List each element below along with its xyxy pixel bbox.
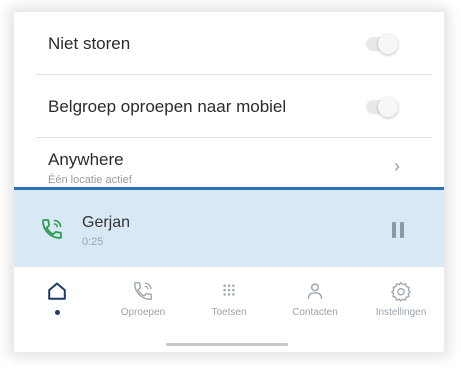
active-call-bar[interactable]: Gerjan 0:25: [14, 187, 444, 267]
ringgroup-toggle[interactable]: [366, 97, 398, 117]
nav-label-toetsen: Toetsen: [211, 307, 247, 318]
home-indicator[interactable]: [166, 343, 288, 346]
bottom-nav: Oproepen Toetsen Contacten Instellingen: [14, 270, 444, 330]
setting-label-anywhere: Anywhere: [48, 150, 124, 169]
phone-screen: Niet storen Belgroep oproepen naar mobie…: [14, 12, 444, 352]
call-duration: 0:25: [82, 236, 104, 248]
toggle-knob: [378, 97, 398, 117]
pause-icon[interactable]: [392, 222, 406, 238]
caller-name: Gerjan: [82, 214, 131, 231]
nav-label-contacten: Contacten: [292, 307, 338, 318]
keypad-icon: [223, 284, 235, 296]
nav-item-toetsen[interactable]: Toetsen: [186, 270, 272, 330]
setting-row-ringgroup[interactable]: Belgroep oproepen naar mobiel: [14, 75, 444, 137]
nav-label-oproepen: Oproepen: [120, 307, 166, 318]
dnd-toggle[interactable]: [366, 34, 398, 54]
nav-label-instellingen: Instellingen: [375, 307, 427, 318]
phone-calls-icon: [134, 282, 152, 300]
home-icon: [48, 282, 66, 300]
setting-label-ringgroup: Belgroep oproepen naar mobiel: [48, 97, 287, 116]
nav-item-contacten[interactable]: Contacten: [272, 270, 358, 330]
nav-item-instellingen[interactable]: Instellingen: [358, 270, 444, 330]
active-indicator-dot: [54, 310, 60, 315]
nav-item-oproepen[interactable]: Oproepen: [100, 270, 186, 330]
anywhere-sublabel: Één locatie actief: [48, 174, 132, 186]
person-icon: [307, 283, 323, 300]
setting-label-dnd: Niet storen: [48, 34, 131, 53]
active-call-icon: [42, 219, 62, 239]
setting-row-anywhere[interactable]: Anywhere Één locatie actief ›: [14, 138, 444, 188]
setting-row-dnd[interactable]: Niet storen: [14, 12, 444, 74]
chevron-right-icon: ›: [394, 156, 400, 176]
nav-item-home[interactable]: [14, 270, 100, 330]
gear-icon: [391, 281, 411, 302]
toggle-knob: [378, 34, 398, 54]
